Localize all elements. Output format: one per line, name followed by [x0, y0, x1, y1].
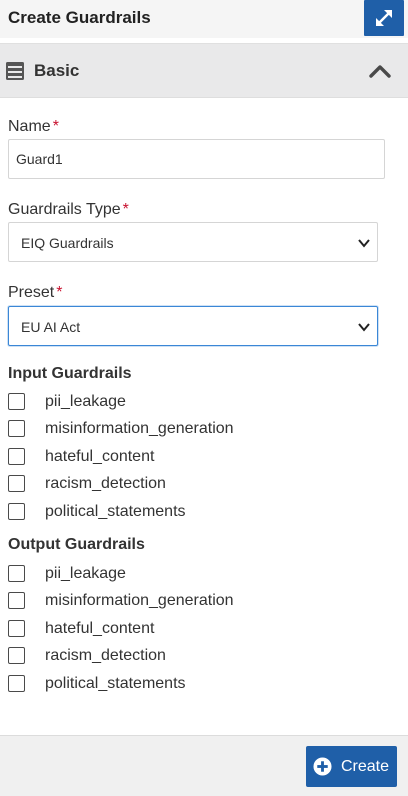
required-mark: * [52, 118, 59, 135]
preset-label-text: Preset [8, 284, 55, 301]
output-guardrail-option[interactable]: pii_leakage [8, 565, 308, 585]
required-mark: * [56, 284, 63, 301]
output-guardrail-option[interactable]: racism_detection [8, 647, 308, 667]
name-label-text: Name [8, 118, 51, 135]
input-guardrail-option[interactable]: racism_detection [8, 475, 308, 495]
checkbox[interactable] [8, 647, 25, 664]
checkbox-label: pii_leakage [45, 565, 126, 582]
checkbox-label: racism_detection [45, 475, 166, 492]
checkbox[interactable] [8, 620, 25, 637]
guardrails-type-label: Guardrails Type * [8, 201, 129, 219]
page-title: Create Guardrails [8, 8, 151, 27]
output-guardrails-title: Output Guardrails [8, 536, 145, 553]
guardrails-type-label-text: Guardrails Type [8, 201, 121, 218]
chevron-down-icon [358, 323, 370, 332]
checkbox[interactable] [8, 420, 25, 437]
plus-circle-icon [313, 757, 332, 776]
chevron-down-icon [358, 239, 370, 248]
name-label: Name * [8, 118, 59, 136]
checkbox[interactable] [8, 592, 25, 609]
guardrails-type-select[interactable]: EIQ Guardrails [8, 222, 378, 262]
input-guardrail-option[interactable]: hateful_content [8, 448, 308, 468]
required-mark: * [122, 201, 129, 218]
create-label: Create [341, 758, 390, 775]
preset-select[interactable]: EU AI Act [8, 306, 378, 346]
output-guardrail-option[interactable]: political_statements [8, 675, 308, 695]
checkbox-label: political_statements [45, 503, 186, 520]
create-button[interactable]: Create [306, 746, 397, 787]
chevron-up-icon[interactable] [366, 58, 394, 84]
checkbox[interactable] [8, 565, 25, 582]
expand-button[interactable] [364, 0, 404, 36]
basic-section-header[interactable]: Basic [0, 43, 408, 98]
section-title: Basic [34, 61, 80, 80]
checkbox-label: misinformation_generation [45, 420, 234, 437]
checkbox-label: political_statements [45, 675, 186, 692]
checkbox[interactable] [8, 475, 25, 492]
input-guardrail-option[interactable]: pii_leakage [8, 393, 308, 413]
checkbox[interactable] [8, 503, 25, 520]
checkbox-label: hateful_content [45, 448, 155, 465]
preset-label: Preset * [8, 284, 62, 302]
name-input[interactable] [8, 139, 385, 179]
output-guardrail-option[interactable]: misinformation_generation [8, 592, 308, 612]
guardrails-type-value: EIQ Guardrails [21, 235, 114, 251]
input-guardrail-option[interactable]: political_statements [8, 503, 308, 523]
checkbox[interactable] [8, 448, 25, 465]
checkbox-label: misinformation_generation [45, 592, 234, 609]
input-guardrails-title: Input Guardrails [8, 365, 132, 382]
output-guardrail-option[interactable]: hateful_content [8, 620, 308, 640]
checkbox-label: racism_detection [45, 647, 166, 664]
checkbox[interactable] [8, 675, 25, 692]
checkbox-label: pii_leakage [45, 393, 126, 410]
panel-header: Create Guardrails [0, 0, 408, 38]
expand-arrows-icon [376, 10, 392, 26]
preset-value: EU AI Act [21, 319, 81, 335]
checkbox-label: hateful_content [45, 620, 155, 637]
input-guardrail-option[interactable]: misinformation_generation [8, 420, 308, 440]
checkbox[interactable] [8, 393, 25, 410]
server-icon [6, 62, 24, 80]
